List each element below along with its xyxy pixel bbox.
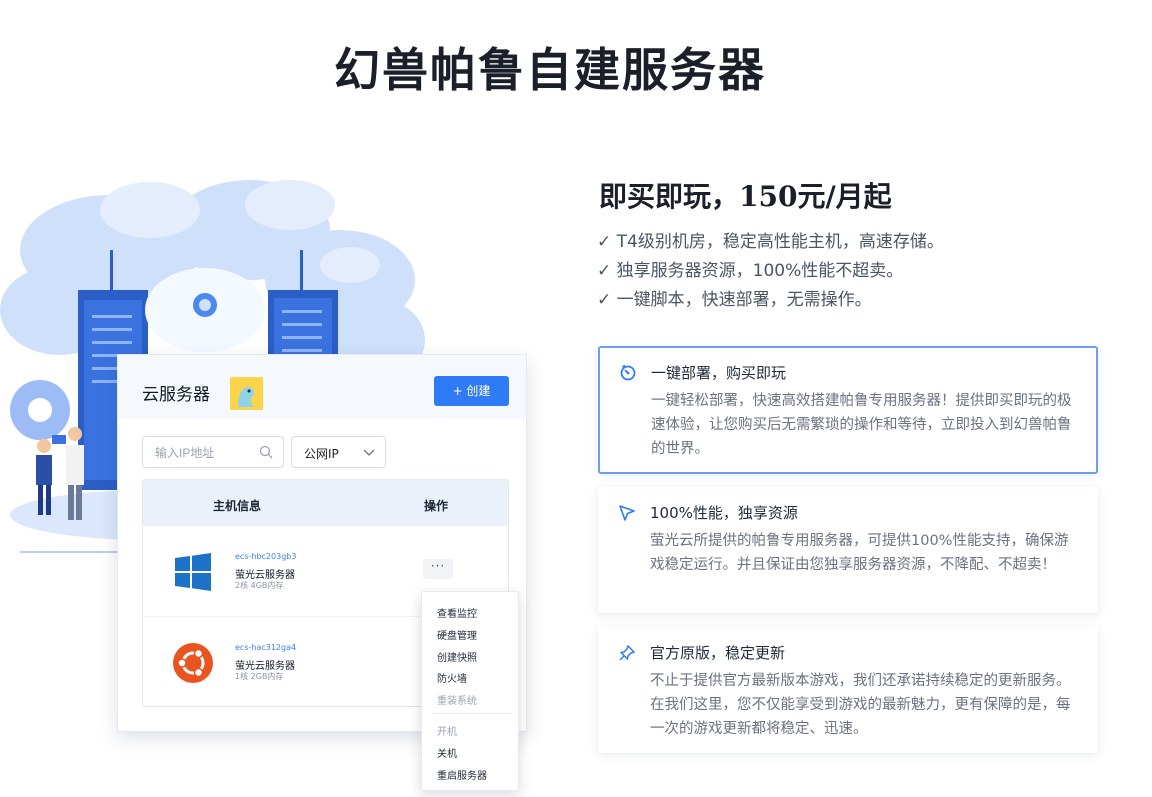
feature-desc: 不止于提供官方最新版本游戏，我们还承诺持续稳定的更新服务。在我们这里，您不仅能享… (650, 673, 1071, 737)
create-server-button[interactable]: + 创建 (434, 376, 509, 406)
menu-divider (432, 713, 512, 714)
avatar (230, 377, 263, 410)
server-spec: 2核 4GB内存 (235, 581, 284, 590)
promo-headline: 即买即玩，150元/月起 (599, 180, 892, 213)
more-actions-button[interactable]: ··· (423, 559, 453, 579)
feature-title: 官方原版，稳定更新 (650, 644, 786, 662)
server-id[interactable]: ecs-hbc203gb3 (235, 552, 296, 561)
column-header-host-info: 主机信息 (213, 499, 262, 513)
menu-item-firewall[interactable]: 防火墙 (437, 670, 467, 685)
ip-type-select[interactable]: 公网IP (291, 436, 386, 468)
server-name: 萤光云服务器 (235, 661, 295, 672)
pin-icon (619, 645, 635, 661)
menu-item-snapshot[interactable]: 创建快照 (437, 649, 477, 664)
bullet-item: ✓ 独享服务器资源，100%性能不超卖。 (597, 261, 904, 281)
feature-title: 一键部署，购买即玩 (651, 364, 787, 382)
menu-item-power-on: 开机 (437, 727, 457, 738)
server-panel-title: 云服务器 (142, 385, 210, 404)
menu-item-restart[interactable]: 重启服务器 (437, 767, 487, 782)
bullet-item: ✓ 一键脚本，快速部署，无需操作。 (597, 290, 872, 310)
ip-type-value: 公网IP (304, 447, 339, 461)
server-spec: 1核 2GB内存 (235, 672, 284, 681)
ubuntu-icon (173, 643, 213, 683)
chevron-down-icon (363, 449, 375, 456)
feature-desc: 萤光云所提供的帕鲁专用服务器，可提供100%性能支持，确保游戏稳定运行。并且保证… (650, 533, 1069, 573)
search-input[interactable] (155, 443, 255, 463)
server-actions-menu: 查看监控 硬盘管理 创建快照 防火墙 重装系统 开机 关机 重启服务器 (421, 591, 519, 791)
menu-item-monitoring[interactable]: 查看监控 (437, 605, 477, 620)
ip-search-field[interactable] (142, 436, 284, 468)
cursor-arrow-icon (619, 505, 635, 521)
server-name: 萤光云服务器 (235, 570, 295, 581)
server-panel-header: 云服务器 + 创建 (118, 355, 526, 419)
timer-icon (620, 364, 636, 381)
menu-item-reinstall: 重装系统 (437, 696, 477, 707)
menu-item-power-off[interactable]: 关机 (437, 745, 457, 760)
column-header-actions: 操作 (424, 499, 449, 513)
bullet-item: ✓ T4级别机房，稳定高性能主机，高速存储。 (597, 232, 944, 252)
search-icon[interactable] (259, 445, 273, 459)
feature-title: 100%性能，独享资源 (650, 504, 798, 522)
feature-card-deploy[interactable]: 一键部署，购买即玩 一键轻松部署，快速高效搭建帕鲁专用服务器！提供即买即玩的极速… (598, 346, 1098, 474)
feature-card-updates[interactable]: 官方原版，稳定更新 不止于提供官方最新版本游戏，我们还承诺持续稳定的更新服务。在… (598, 627, 1098, 753)
menu-item-disk[interactable]: 硬盘管理 (437, 627, 477, 642)
feature-card-performance[interactable]: 100%性能，独享资源 萤光云所提供的帕鲁专用服务器，可提供100%性能支持，确… (598, 487, 1098, 613)
windows-icon (175, 553, 211, 591)
feature-desc: 一键轻松部署，快速高效搭建帕鲁专用服务器！提供即买即玩的极速体验，让您购买后无需… (651, 393, 1072, 457)
server-id[interactable]: ecs-hac312ga4 (235, 643, 296, 652)
promo-bullets: ✓ T4级别机房，稳定高性能主机，高速存储。 ✓ 独享服务器资源，100%性能不… (597, 228, 944, 315)
page-title: 幻兽帕鲁自建服务器 (334, 43, 766, 97)
table-header: 主机信息 操作 (143, 480, 508, 526)
